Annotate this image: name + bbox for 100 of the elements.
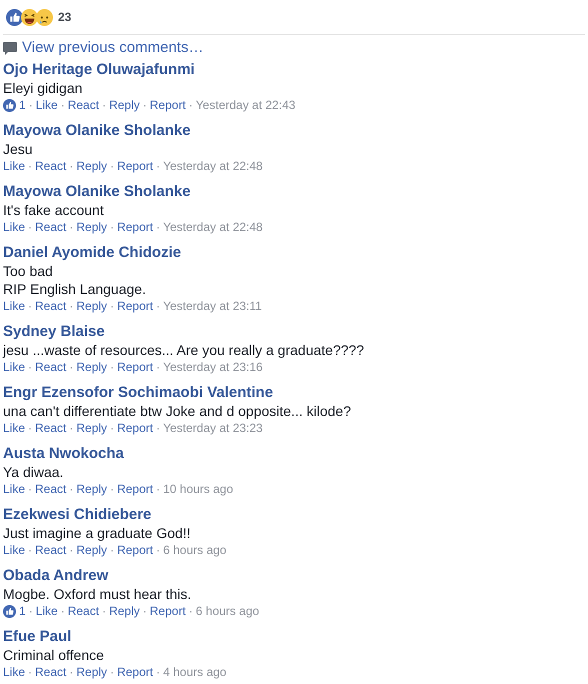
comment-time: Yesterday at 22:43 xyxy=(196,97,296,114)
comment-action-link[interactable]: Report xyxy=(117,359,154,376)
like-icon xyxy=(3,605,16,618)
comment-action-link[interactable]: Report xyxy=(117,481,154,498)
separator-dot: · xyxy=(110,298,114,315)
comment-action-link[interactable]: Like xyxy=(36,97,58,114)
comment-author[interactable]: Efue Paul xyxy=(3,627,72,646)
comment-text: Mogbe. Oxford must hear this. xyxy=(3,585,192,603)
comment-text: una can't differentiate btw Joke and d opposite... kilode? xyxy=(3,402,352,420)
separator-dot: · xyxy=(69,219,74,236)
comment-action-link[interactable]: Reply xyxy=(76,359,108,376)
comment-author[interactable]: Ezekwesi Chidiebere xyxy=(3,505,152,524)
comment-action-link[interactable]: React xyxy=(35,158,66,175)
separator-dot: · xyxy=(156,481,160,498)
comment-action-link[interactable]: Like xyxy=(3,542,26,559)
comment-action-link[interactable]: Reply xyxy=(76,542,108,559)
separator-dot: · xyxy=(142,603,147,620)
comment-action-link[interactable]: Reply xyxy=(109,97,140,114)
comment-action-link[interactable]: Report xyxy=(117,158,154,175)
comment-action-link[interactable]: Like xyxy=(3,158,26,175)
separator-dot: · xyxy=(110,481,114,498)
comment-text: jesu ...waste of resources... Are you really a graduate???? xyxy=(3,341,366,359)
comment-action-link[interactable]: Reply xyxy=(76,158,108,175)
separator-dot: · xyxy=(110,664,114,681)
comment-time: Yesterday at 22:48 xyxy=(163,158,263,175)
comment-text: Ya diwaa. xyxy=(3,463,64,481)
comment-action-link[interactable]: Report xyxy=(117,219,154,236)
comment-action-link[interactable]: React xyxy=(35,420,66,437)
comment-action-link[interactable]: Report xyxy=(117,664,154,681)
comment-action-link[interactable]: React xyxy=(35,219,66,236)
comment-action-link[interactable]: Like xyxy=(3,481,26,498)
separator-dot: · xyxy=(28,158,32,175)
comment-action-link[interactable]: Reply xyxy=(76,420,108,437)
like-count: 1 xyxy=(19,603,26,620)
comment-text: Criminal offence xyxy=(3,646,105,664)
comment-action-link[interactable]: React xyxy=(68,97,100,114)
comment-text: Jesu xyxy=(3,140,34,158)
comment-author[interactable]: Austa Nwokocha xyxy=(3,444,124,463)
comment-action-link[interactable]: Reply xyxy=(76,481,108,498)
like-count: 1 xyxy=(19,97,26,114)
comment-action-link[interactable]: Like xyxy=(3,298,26,315)
comment-action-link[interactable]: React xyxy=(35,542,66,559)
comment-text: Just imagine a graduate God!! xyxy=(3,524,192,542)
like-icon xyxy=(3,99,16,112)
separator-dot: · xyxy=(60,97,65,114)
comment-action-link[interactable]: Reply xyxy=(76,298,108,315)
separator-dot: · xyxy=(69,481,74,498)
separator-dot: · xyxy=(142,97,147,114)
separator-dot: · xyxy=(28,603,33,620)
comment-author[interactable]: Obada Andrew xyxy=(3,566,108,585)
comment-action-link[interactable]: React xyxy=(35,481,66,498)
comment-action-link[interactable]: Report xyxy=(117,298,154,315)
comment-text: It's fake account xyxy=(3,201,105,219)
comment-action-link[interactable]: Reply xyxy=(109,603,140,620)
comment-action-link[interactable]: Reply xyxy=(76,664,108,681)
comment-action-link[interactable]: Report xyxy=(150,603,186,620)
separator-dot: · xyxy=(110,359,114,376)
separator-dot: · xyxy=(69,664,74,681)
separator-dot: · xyxy=(156,542,160,559)
comment-time: Yesterday at 23:16 xyxy=(163,359,263,376)
comment-text: Too bad xyxy=(3,262,54,280)
comment-action-link[interactable]: Like xyxy=(36,603,58,620)
comment-time: 6 hours ago xyxy=(163,542,226,559)
comment-action-link[interactable]: Like xyxy=(3,420,26,437)
comment-author[interactable]: Engr Ezensofor Sochimaobi Valentine xyxy=(3,383,274,402)
comment-action-link[interactable]: React xyxy=(35,298,66,315)
separator-dot: · xyxy=(69,158,74,175)
comment-time: Yesterday at 23:23 xyxy=(163,420,263,437)
comment-text: Eleyi gidigan xyxy=(3,79,84,97)
separator-dot: · xyxy=(28,664,32,681)
comment-action-link[interactable]: Like xyxy=(3,219,26,236)
comment-action-link[interactable]: React xyxy=(35,359,66,376)
comment-time: 10 hours ago xyxy=(163,481,234,498)
separator-dot: · xyxy=(60,603,65,620)
comment-action-link[interactable]: Report xyxy=(150,97,186,114)
comment-author[interactable]: Mayowa Olanike Sholanke xyxy=(3,121,191,140)
separator-dot: · xyxy=(28,420,32,437)
separator-dot: · xyxy=(110,219,114,236)
comment-action-link[interactable]: Reply xyxy=(76,219,108,236)
separator-dot: · xyxy=(28,298,32,315)
separator-dot: · xyxy=(102,97,106,114)
comment-action-link[interactable]: Report xyxy=(117,420,154,437)
comment-author[interactable]: Daniel Ayomide Chidozie xyxy=(3,243,182,262)
reaction-count: 23 xyxy=(58,10,72,24)
separator-dot: · xyxy=(156,158,160,175)
view-previous-comments-link[interactable]: View previous comments… xyxy=(22,39,204,57)
comment-author[interactable]: Mayowa Olanike Sholanke xyxy=(3,182,191,201)
comment-text: RIP English Language. xyxy=(3,280,147,298)
separator-dot: · xyxy=(110,158,114,175)
comment-action-link[interactable]: Report xyxy=(117,542,154,559)
comment-author[interactable]: Sydney Blaise xyxy=(3,322,105,341)
separator-dot: · xyxy=(188,97,193,114)
comment-action-link[interactable]: Like xyxy=(3,359,26,376)
separator-dot: · xyxy=(28,481,32,498)
separator-dot: · xyxy=(102,603,106,620)
comment-author[interactable]: Ojo Heritage Oluwajafunmi xyxy=(3,60,195,79)
comment-action-link[interactable]: React xyxy=(35,664,66,681)
comment-action-link[interactable]: Like xyxy=(3,664,26,681)
separator-dot: · xyxy=(28,97,33,114)
comment-action-link[interactable]: React xyxy=(68,603,100,620)
